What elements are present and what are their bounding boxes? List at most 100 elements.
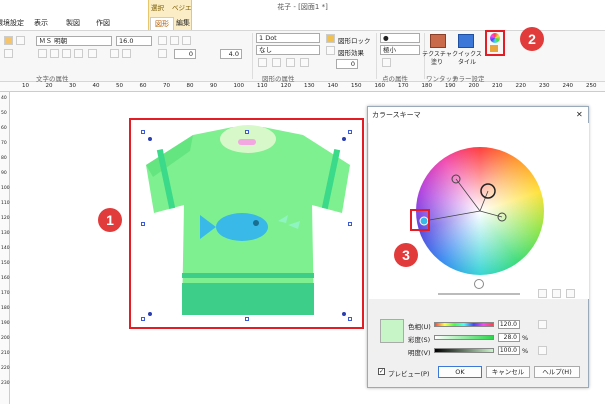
- selection-handle[interactable]: [245, 317, 249, 321]
- hue-slider[interactable]: [434, 322, 494, 327]
- align-right-icon[interactable]: [182, 36, 191, 45]
- bezier-handle[interactable]: [342, 137, 346, 141]
- align-center-icon[interactable]: [170, 36, 179, 45]
- ruler-tick-label: 80: [1, 156, 7, 161]
- ruler-tick-label: 170: [398, 83, 409, 89]
- point-color-icon[interactable]: [382, 58, 391, 67]
- line-style-select[interactable]: なし: [256, 45, 320, 55]
- tab-draw[interactable]: 作図: [92, 17, 114, 30]
- shape-lock-label[interactable]: 図形ロック: [338, 35, 371, 45]
- tab-view[interactable]: 表示: [30, 17, 52, 30]
- selection-handle[interactable]: [141, 317, 145, 321]
- close-icon[interactable]: ✕: [576, 110, 583, 119]
- ruler-tick-label: 150: [1, 261, 10, 266]
- tab-settings[interactable]: 環境設定: [0, 17, 28, 30]
- fill-color-icon[interactable]: [286, 58, 295, 67]
- saturation-label: 彩度(S): [408, 336, 431, 344]
- point-shape-select[interactable]: ●: [380, 33, 420, 43]
- help-button[interactable]: ヘルプ(H): [534, 366, 580, 378]
- italic-icon[interactable]: [50, 49, 59, 58]
- wheel-mode-icon[interactable]: [474, 279, 484, 289]
- bezier-handle[interactable]: [148, 312, 152, 316]
- ruler-tick-label: 50: [1, 111, 7, 116]
- line-width-select[interactable]: 1 Dot: [256, 33, 320, 43]
- superscript-icon[interactable]: [122, 49, 131, 58]
- tab-shape[interactable]: 図形: [150, 17, 174, 30]
- quick-style-icon[interactable]: [458, 34, 474, 48]
- shape-effect-label[interactable]: 図形効果: [338, 47, 364, 57]
- spacing-field-b[interactable]: 4.0: [220, 49, 242, 59]
- brightness-track[interactable]: [438, 293, 520, 295]
- selection-handle[interactable]: [141, 130, 145, 134]
- point-size-select[interactable]: 極小: [380, 45, 420, 55]
- selection-handle[interactable]: [141, 222, 145, 226]
- ruler-tick-label: 130: [1, 231, 10, 236]
- add-scheme-icon[interactable]: [538, 289, 547, 298]
- tab-drafting[interactable]: 製図: [62, 17, 84, 30]
- ruler-tick-label: 210: [492, 83, 503, 89]
- fill-pattern-icon[interactable]: [300, 58, 309, 67]
- line-color-icon[interactable]: [258, 58, 267, 67]
- callout-box-3: [410, 209, 430, 231]
- spacing-field-c[interactable]: 0: [336, 59, 358, 69]
- font-color-icon[interactable]: [88, 49, 97, 58]
- format-painter-icon[interactable]: [16, 36, 25, 45]
- align-left-icon[interactable]: [158, 36, 167, 45]
- lock-icon[interactable]: [326, 34, 335, 43]
- callout-badge-3: 3: [394, 243, 418, 267]
- texture-fill-button[interactable]: テクスチャ塗り: [422, 51, 452, 67]
- ruler-tick-label: 180: [421, 83, 433, 89]
- ruler-tick-label: 190: [445, 83, 456, 89]
- tab-edit[interactable]: 編集: [172, 17, 194, 30]
- spacing-icon[interactable]: [158, 49, 167, 58]
- value-label: 明度(V): [408, 349, 431, 357]
- ruler-tick-label: 220: [515, 83, 527, 89]
- delete-scheme-icon[interactable]: [566, 289, 575, 298]
- save-scheme-icon[interactable]: [552, 289, 561, 298]
- cancel-button[interactable]: キャンセル: [486, 366, 530, 378]
- copy-icon[interactable]: [4, 49, 13, 58]
- paste-icon[interactable]: [4, 36, 13, 45]
- selection-handle[interactable]: [245, 130, 249, 134]
- quick-style-button[interactable]: クイックスタイル: [452, 51, 482, 67]
- ruler-tick-label: 140: [327, 83, 339, 89]
- point-dot-icon: ●: [383, 34, 389, 42]
- selection-handle[interactable]: [348, 222, 352, 226]
- font-size-select[interactable]: 16.0: [116, 36, 152, 46]
- ruler-tick-label: 90: [1, 171, 7, 176]
- underline-icon[interactable]: [62, 49, 71, 58]
- font-name-select[interactable]: ＭＳ 明朝: [36, 36, 112, 46]
- ruler-tick-label: 120: [1, 216, 10, 221]
- bezier-handle[interactable]: [342, 312, 346, 316]
- bezier-handle[interactable]: [148, 137, 152, 141]
- context-tab-bezier[interactable]: ベジエ: [172, 2, 192, 12]
- bold-icon[interactable]: [38, 49, 47, 58]
- preview-checkbox[interactable]: ✓: [378, 368, 385, 375]
- hue-options-icon[interactable]: [538, 320, 547, 329]
- ok-button[interactable]: OK: [438, 366, 482, 378]
- context-tab-select[interactable]: 選択: [151, 2, 164, 12]
- ruler-tick-label: 60: [1, 126, 7, 131]
- line-end-icon[interactable]: [272, 58, 281, 67]
- vertical-ruler: 40 50 60 70 80 90 100 110 120 130 140 150 160 170 180 1…: [0, 92, 10, 404]
- tshirt-drawing[interactable]: [138, 125, 358, 325]
- saturation-slider[interactable]: [434, 335, 494, 340]
- hue-field[interactable]: 120.0: [498, 320, 520, 329]
- window-title: 花子 - [図面1 *]: [277, 3, 328, 11]
- value-slider[interactable]: [434, 348, 494, 353]
- saturation-field[interactable]: 28.0: [498, 333, 520, 342]
- eyedropper-icon[interactable]: [538, 346, 547, 355]
- ruler-tick-label: 230: [539, 83, 550, 89]
- selection-handle[interactable]: [348, 130, 352, 134]
- effect-icon[interactable]: [326, 46, 335, 55]
- scheme-links: [419, 174, 507, 226]
- subscript-icon[interactable]: [110, 49, 119, 58]
- ruler-tick-label: 230: [1, 381, 10, 386]
- ruler-tick-label: 190: [1, 321, 10, 326]
- texture-icon[interactable]: [430, 34, 446, 48]
- strike-icon[interactable]: [74, 49, 83, 58]
- ruler-tick-label: 40: [92, 83, 100, 89]
- spacing-field-a[interactable]: 0: [174, 49, 196, 59]
- value-field[interactable]: 100.0: [498, 346, 520, 355]
- selection-handle[interactable]: [348, 317, 352, 321]
